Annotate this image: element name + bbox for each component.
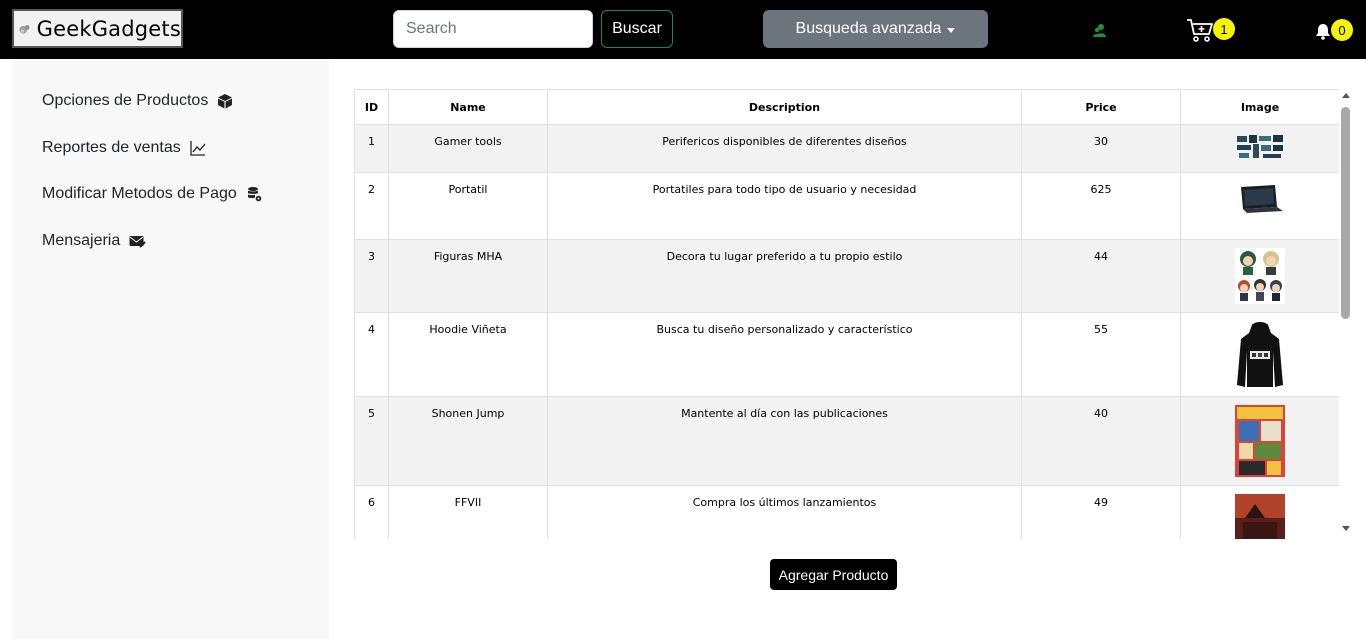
column-header-id: ID [354, 89, 389, 125]
notification-count-badge: 0 [1331, 19, 1353, 41]
cell-name: Gamer tools [388, 124, 548, 173]
product-image-mha-figures [1235, 248, 1285, 304]
sidebar-item-product-options[interactable]: Opciones de Productos [42, 92, 233, 110]
cell-id: 6 [354, 485, 389, 539]
logo-icon [19, 24, 30, 34]
chart-line-icon [190, 141, 206, 156]
cell-description: Decora tu lugar preferido a tu propio es… [547, 239, 1022, 313]
cell-price: 44 [1021, 239, 1181, 313]
products-table: ID Name Description Price Image 1 Gamer … [354, 89, 1339, 539]
brand-logo-link[interactable]: GeekGadgets [12, 9, 183, 48]
top-navbar: GeekGadgets Buscar Busqueda avanzada 1 0 [0, 0, 1366, 59]
scrollbar-thumb[interactable] [1341, 107, 1350, 319]
table-row[interactable]: 5 Shonen Jump Mantente al día con las pu… [354, 396, 1339, 486]
scroll-down-arrow-icon[interactable] [1342, 526, 1350, 531]
cell-image [1180, 396, 1339, 486]
search-input[interactable] [393, 10, 593, 48]
cell-price: 40 [1021, 396, 1181, 486]
cell-description: Perifericos disponibles de diferentes di… [547, 124, 1022, 173]
table-row[interactable]: 6 FFVII Compra los últimos lanzamientos … [354, 485, 1339, 539]
product-image-gamer-tools [1235, 133, 1285, 161]
cell-id: 5 [354, 396, 389, 486]
product-image-hoodie [1235, 321, 1285, 389]
column-header-name: Name [388, 89, 548, 125]
column-header-description: Description [547, 89, 1022, 125]
table-row[interactable]: 4 Hoodie Viñeta Busca tu diseño personal… [354, 312, 1339, 397]
table-row[interactable]: 1 Gamer tools Perifericos disponibles de… [354, 124, 1339, 173]
cell-name: FFVII [388, 485, 548, 539]
table-row[interactable]: 3 Figuras MHA Decora tu lugar preferido … [354, 239, 1339, 313]
sidebar-item-label: Mensajeria [42, 232, 121, 249]
advanced-search-dropdown[interactable]: Busqueda avanzada [763, 10, 988, 48]
cell-image [1180, 312, 1339, 397]
product-image-laptop [1235, 181, 1285, 215]
cart-count-badge: 1 [1213, 18, 1235, 40]
cell-image [1180, 485, 1339, 539]
cell-price: 625 [1021, 172, 1181, 240]
sidebar-item-sales-reports[interactable]: Reportes de ventas [42, 139, 206, 157]
cell-name: Hoodie Viñeta [388, 312, 548, 397]
sidebar-item-label: Modificar Metodos de Pago [42, 185, 237, 202]
bell-icon[interactable] [1314, 22, 1332, 40]
cell-name: Portatil [388, 172, 548, 240]
cell-description: Compra los últimos lanzamientos [547, 485, 1022, 539]
sidebar-item-payment-methods[interactable]: Modificar Metodos de Pago [42, 185, 262, 203]
envelope-icon [129, 235, 146, 248]
cell-image [1180, 172, 1339, 240]
column-header-image: Image [1180, 89, 1339, 125]
database-gear-icon [247, 187, 262, 202]
cell-description: Busca tu diseño personalizado y caracter… [547, 312, 1022, 397]
column-header-price: Price [1021, 89, 1181, 125]
cell-description: Portatiles para todo tipo de usuario y n… [547, 172, 1022, 240]
cell-name: Shonen Jump [388, 396, 548, 486]
cell-name: Figuras MHA [388, 239, 548, 313]
search-button[interactable]: Buscar [601, 10, 673, 48]
cell-price: 49 [1021, 485, 1181, 539]
cell-id: 4 [354, 312, 389, 397]
cart-icon[interactable] [1186, 17, 1214, 43]
cell-image [1180, 124, 1339, 173]
table-header-row: ID Name Description Price Image [354, 89, 1339, 125]
sidebar-item-label: Reportes de ventas [42, 139, 181, 156]
cell-description: Mantente al día con las publicaciones [547, 396, 1022, 486]
table-scrollbar[interactable] [1339, 89, 1354, 539]
box-icon [218, 94, 233, 109]
product-image-shonen-jump [1235, 405, 1285, 477]
product-image-ffvii [1235, 494, 1285, 539]
cell-image [1180, 239, 1339, 313]
sidebar-item-label: Opciones de Productos [42, 92, 209, 109]
cell-id: 3 [354, 239, 389, 313]
sidebar-item-messaging[interactable]: Mensajeria [42, 232, 146, 250]
add-product-button[interactable]: Agregar Producto [770, 559, 897, 590]
products-table-container[interactable]: ID Name Description Price Image 1 Gamer … [354, 89, 1339, 539]
cell-id: 2 [354, 172, 389, 240]
cell-price: 55 [1021, 312, 1181, 397]
brand-name: GeekGadgets [36, 16, 181, 41]
caret-down-icon [947, 27, 956, 33]
users-icon[interactable] [1092, 22, 1108, 38]
sidebar: Opciones de Productos Reportes de ventas… [12, 59, 329, 639]
cell-id: 1 [354, 124, 389, 173]
advanced-search-label: Busqueda avanzada [795, 20, 942, 37]
cell-price: 30 [1021, 124, 1181, 173]
table-row[interactable]: 2 Portatil Portatiles para todo tipo de … [354, 172, 1339, 240]
scroll-up-arrow-icon[interactable] [1342, 93, 1350, 98]
